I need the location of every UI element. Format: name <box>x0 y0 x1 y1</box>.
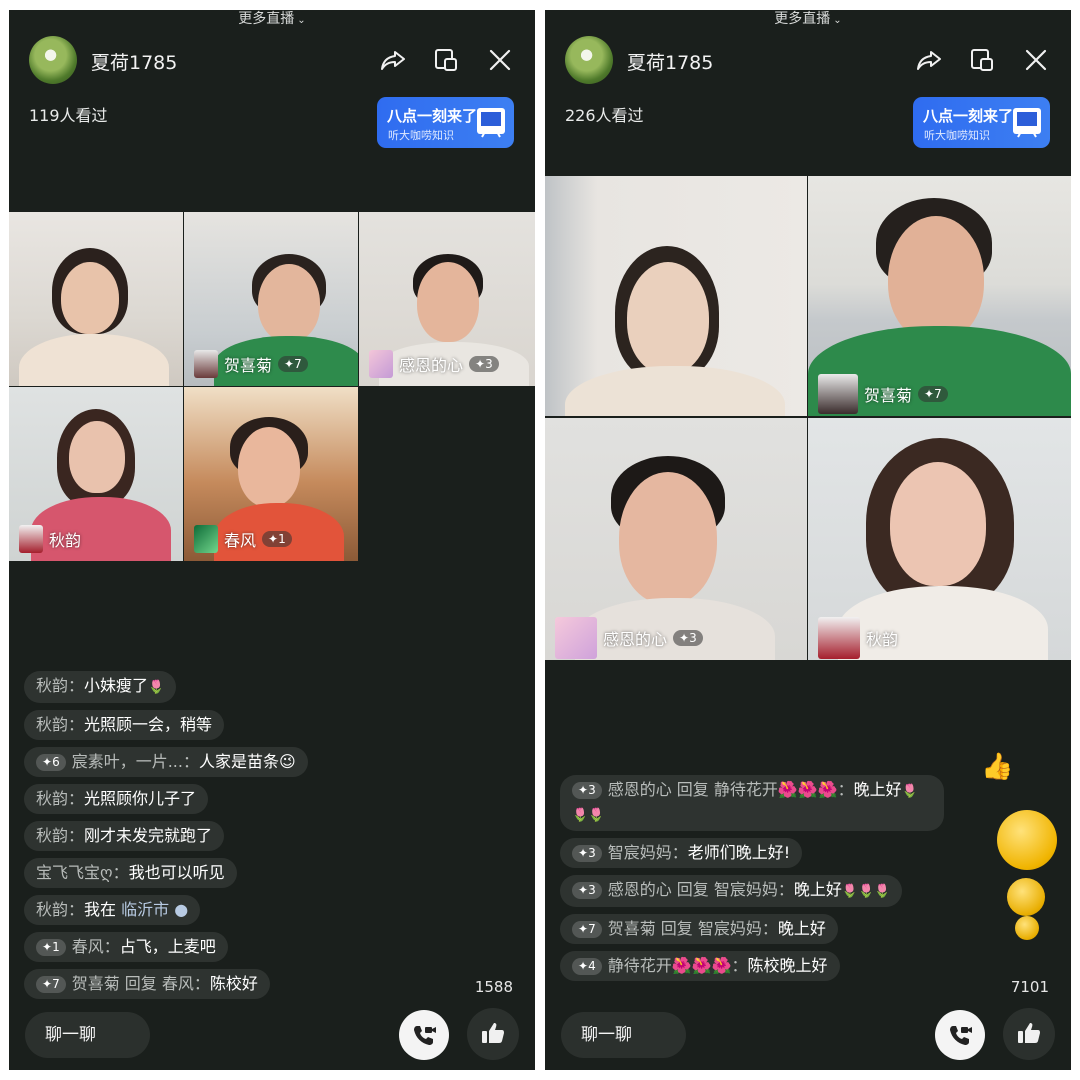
like-count: 7101 <box>1010 978 1049 996</box>
guest-tag-avatar <box>194 525 218 553</box>
video-call-icon <box>414 1026 436 1045</box>
floating-emoji-large <box>997 810 1057 870</box>
float-window-icon[interactable] <box>432 46 460 74</box>
chevron-down-icon: ⌄ <box>833 15 842 26</box>
guest-video-2[interactable]: 贺喜菊 ✦7 <box>808 176 1071 416</box>
comment-item[interactable]: 秋韵：光照顾一会，稍等 <box>24 710 225 740</box>
guest-tag-avatar <box>194 350 218 378</box>
guest-video-5[interactable]: 春风 ✦1 <box>184 387 358 561</box>
promo-banner[interactable]: 八点一刻来了 听大咖唠知识 <box>377 97 514 148</box>
floating-thumbs-up: 👍 <box>981 752 1014 782</box>
guest-level-badge: ✦7 <box>918 386 948 402</box>
share-icon[interactable] <box>379 46 407 74</box>
chat-input-button[interactable]: 聊一聊 <box>561 1012 686 1058</box>
location-pin-icon: ● <box>174 900 189 919</box>
like-button[interactable] <box>467 1008 519 1060</box>
host-name[interactable]: 夏荷1785 <box>91 48 177 75</box>
viewer-count: 226人看过 <box>565 106 644 125</box>
live-room-right: 更多直播 ⌄ 夏荷1785 226人看过 八点一刻来了 听大咖唠知识 贺喜菊 ✦7 <box>545 10 1071 1070</box>
floating-emoji-small <box>1015 916 1039 940</box>
guest-tag: 秋韵 <box>19 525 81 553</box>
guest-video-1[interactable] <box>9 212 183 386</box>
share-icon[interactable] <box>915 46 943 74</box>
guest-tag: 贺喜菊 ✦7 <box>194 350 308 378</box>
promo-icon <box>1013 108 1041 138</box>
guest-tag: 感恩的心 ✦3 <box>369 350 499 378</box>
comment-item[interactable]: 宝飞飞宝ღ：我也可以听见 <box>24 858 237 888</box>
video-call-icon <box>950 1026 972 1045</box>
live-room-left: 更多直播 ⌄ 夏荷1785 119人看过 八点一刻来了 听大咖唠知识 贺喜菊 ✦7 <box>9 10 535 1070</box>
guest-tag: 贺喜菊 ✦7 <box>818 374 948 414</box>
guest-video-3[interactable]: 感恩的心 ✦3 <box>359 212 535 386</box>
video-call-button[interactable] <box>399 1010 449 1060</box>
guest-level-badge: ✦3 <box>673 630 703 646</box>
comment-item[interactable]: 秋韵：刚才未发完就跑了 <box>24 821 225 851</box>
guest-video-4[interactable]: 秋韵 <box>808 418 1071 660</box>
guest-video-3[interactable]: 感恩的心 ✦3 <box>545 418 807 660</box>
guest-name: 秋韵 <box>866 630 899 649</box>
thumbs-up-icon <box>1018 1023 1040 1043</box>
comment-list: ✦3 感恩的心 回复 静待花开🌺🌺🌺：晚上好🌷🌷🌷 ✦3 智宸妈妈：老师们晚上好! … <box>560 775 960 988</box>
video-call-button[interactable] <box>935 1010 985 1060</box>
comment-item[interactable]: 秋韵：小妹瘦了🌷 <box>24 671 177 703</box>
thumbs-up-icon <box>482 1023 504 1043</box>
promo-subtitle: 听大咖唠知识 <box>388 129 454 142</box>
guest-tag: 感恩的心 ✦3 <box>555 617 703 659</box>
like-count: 1588 <box>474 978 513 996</box>
comment-item[interactable]: ✦3 感恩的心 回复 智宸妈妈：晚上好🌷🌷🌷 <box>560 875 903 907</box>
comment-item[interactable]: 秋韵：光照顾你儿子了 <box>24 784 209 814</box>
guest-tag-avatar <box>19 525 43 553</box>
more-live-label: 更多直播 <box>238 11 295 27</box>
comment-item[interactable]: ✦3 感恩的心 回复 静待花开🌺🌺🌺：晚上好🌷🌷🌷 <box>560 775 944 831</box>
close-icon[interactable] <box>486 46 514 74</box>
guest-video-4[interactable]: 秋韵 <box>9 387 183 561</box>
guest-tag-avatar <box>818 617 860 659</box>
float-window-icon[interactable] <box>968 46 996 74</box>
guest-video-1[interactable] <box>545 176 807 416</box>
guest-tag: 春风 ✦1 <box>194 525 292 553</box>
guest-video-2[interactable]: 贺喜菊 ✦7 <box>184 212 358 386</box>
comment-list: 秋韵：小妹瘦了🌷 秋韵：光照顾一会，稍等 ✦6 宸素叶，一片...：人家是苗条😉 … <box>24 671 404 1006</box>
chevron-down-icon: ⌄ <box>297 15 306 26</box>
chat-input-button[interactable]: 聊一聊 <box>25 1012 150 1058</box>
guest-name: 感恩的心 <box>399 356 464 375</box>
close-icon[interactable] <box>1022 46 1050 74</box>
guest-name: 秋韵 <box>49 531 82 550</box>
promo-title: 八点一刻来了 <box>923 107 1014 125</box>
guest-tag-avatar <box>369 350 393 378</box>
guest-level-badge: ✦7 <box>278 356 308 372</box>
comment-item[interactable]: ✦3 智宸妈妈：老师们晚上好! <box>560 838 803 868</box>
comment-item[interactable]: ✦1 春风：占飞，上麦吧 <box>24 932 228 962</box>
guest-level-badge: ✦1 <box>262 531 292 547</box>
comment-item[interactable]: 秋韵：我在 临沂市 ● <box>24 895 201 925</box>
comment-item[interactable]: ✦6 宸素叶，一片...：人家是苗条😉 <box>24 747 308 777</box>
comment-item[interactable]: ✦7 贺喜菊 回复 智宸妈妈：晚上好 <box>560 914 838 944</box>
guest-tag-avatar <box>555 617 597 659</box>
more-live-button[interactable]: 更多直播 ⌄ <box>9 10 535 30</box>
floating-emoji-medium <box>1007 878 1045 916</box>
promo-subtitle: 听大咖唠知识 <box>924 129 990 142</box>
guest-tag-avatar <box>818 374 858 414</box>
host-avatar[interactable] <box>29 36 77 84</box>
promo-icon <box>477 108 505 138</box>
host-avatar[interactable] <box>565 36 613 84</box>
host-name[interactable]: 夏荷1785 <box>627 48 713 75</box>
promo-banner[interactable]: 八点一刻来了 听大咖唠知识 <box>913 97 1050 148</box>
like-button[interactable] <box>1003 1008 1055 1060</box>
guest-name: 贺喜菊 <box>864 386 913 405</box>
promo-title: 八点一刻来了 <box>387 107 478 125</box>
guest-name: 感恩的心 <box>603 630 668 649</box>
viewer-count: 119人看过 <box>29 106 108 125</box>
guest-level-badge: ✦3 <box>469 356 499 372</box>
guest-name: 春风 <box>224 531 257 550</box>
guest-tag: 秋韵 <box>818 617 899 659</box>
comment-item[interactable]: ✦7 贺喜菊 回复 春风：陈校好 <box>24 969 270 999</box>
guest-name: 贺喜菊 <box>224 356 273 375</box>
more-live-button[interactable]: 更多直播 ⌄ <box>545 10 1071 30</box>
comment-item[interactable]: ✦4 静待花开🌺🌺🌺：陈校晚上好 <box>560 951 840 981</box>
more-live-label: 更多直播 <box>774 11 831 27</box>
